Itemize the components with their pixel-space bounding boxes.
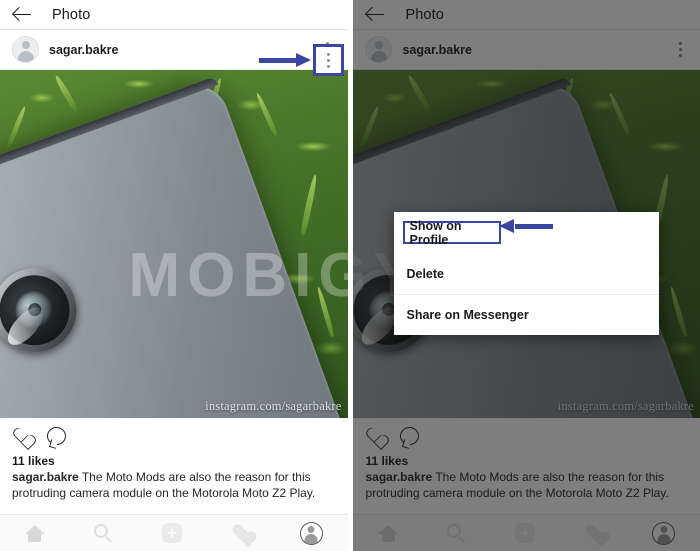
- back-arrow-icon[interactable]: [14, 8, 32, 22]
- caption-author[interactable]: sagar.bakre: [12, 470, 79, 484]
- photo-watermark: instagram.com/sagarbakre: [205, 399, 342, 413]
- post-actions: [0, 418, 348, 450]
- profile-avatar-icon[interactable]: [299, 521, 323, 545]
- comment-bubble-icon[interactable]: [47, 427, 66, 445]
- camera-module: [0, 255, 89, 364]
- menu-item-show-on-profile[interactable]: Show on Profile: [403, 219, 502, 247]
- panel-divider: [347, 0, 351, 551]
- search-icon[interactable]: [93, 523, 113, 543]
- menu-item-share-on-messenger[interactable]: Share on Messenger: [394, 294, 660, 335]
- post-caption: sagar.bakre The Moto Mods are also the r…: [0, 468, 348, 502]
- arrow-left-to-show-on-profile: [499, 219, 554, 233]
- panel-step-2: Photo sagar.bakre: [353, 0, 700, 551]
- highlight-box-kebab-menu[interactable]: [313, 44, 344, 76]
- home-icon[interactable]: [24, 524, 45, 542]
- plus-square-icon[interactable]: [162, 523, 183, 543]
- app-bar: Photo: [0, 0, 348, 30]
- menu-item-delete[interactable]: Delete: [394, 253, 659, 294]
- kebab-menu-icon-highlighted[interactable]: [316, 47, 341, 73]
- avatar[interactable]: [12, 36, 39, 63]
- screenshot-root: Photo sagar.bakre instagram.com/sagarbak…: [0, 0, 700, 551]
- heart-outline-icon[interactable]: [12, 428, 31, 445]
- panel-step-1: Photo sagar.bakre instagram.com/sagarbak…: [0, 0, 348, 551]
- post-photo[interactable]: instagram.com/sagarbakre: [0, 70, 348, 418]
- likes-count: 11 likes: [12, 454, 55, 468]
- bottom-tabbar: [0, 514, 348, 551]
- arrow-right-to-kebab-menu: [259, 53, 311, 67]
- page-title: Photo: [52, 6, 91, 23]
- heart-filled-icon[interactable]: [232, 525, 251, 542]
- post-username[interactable]: sagar.bakre: [49, 43, 119, 57]
